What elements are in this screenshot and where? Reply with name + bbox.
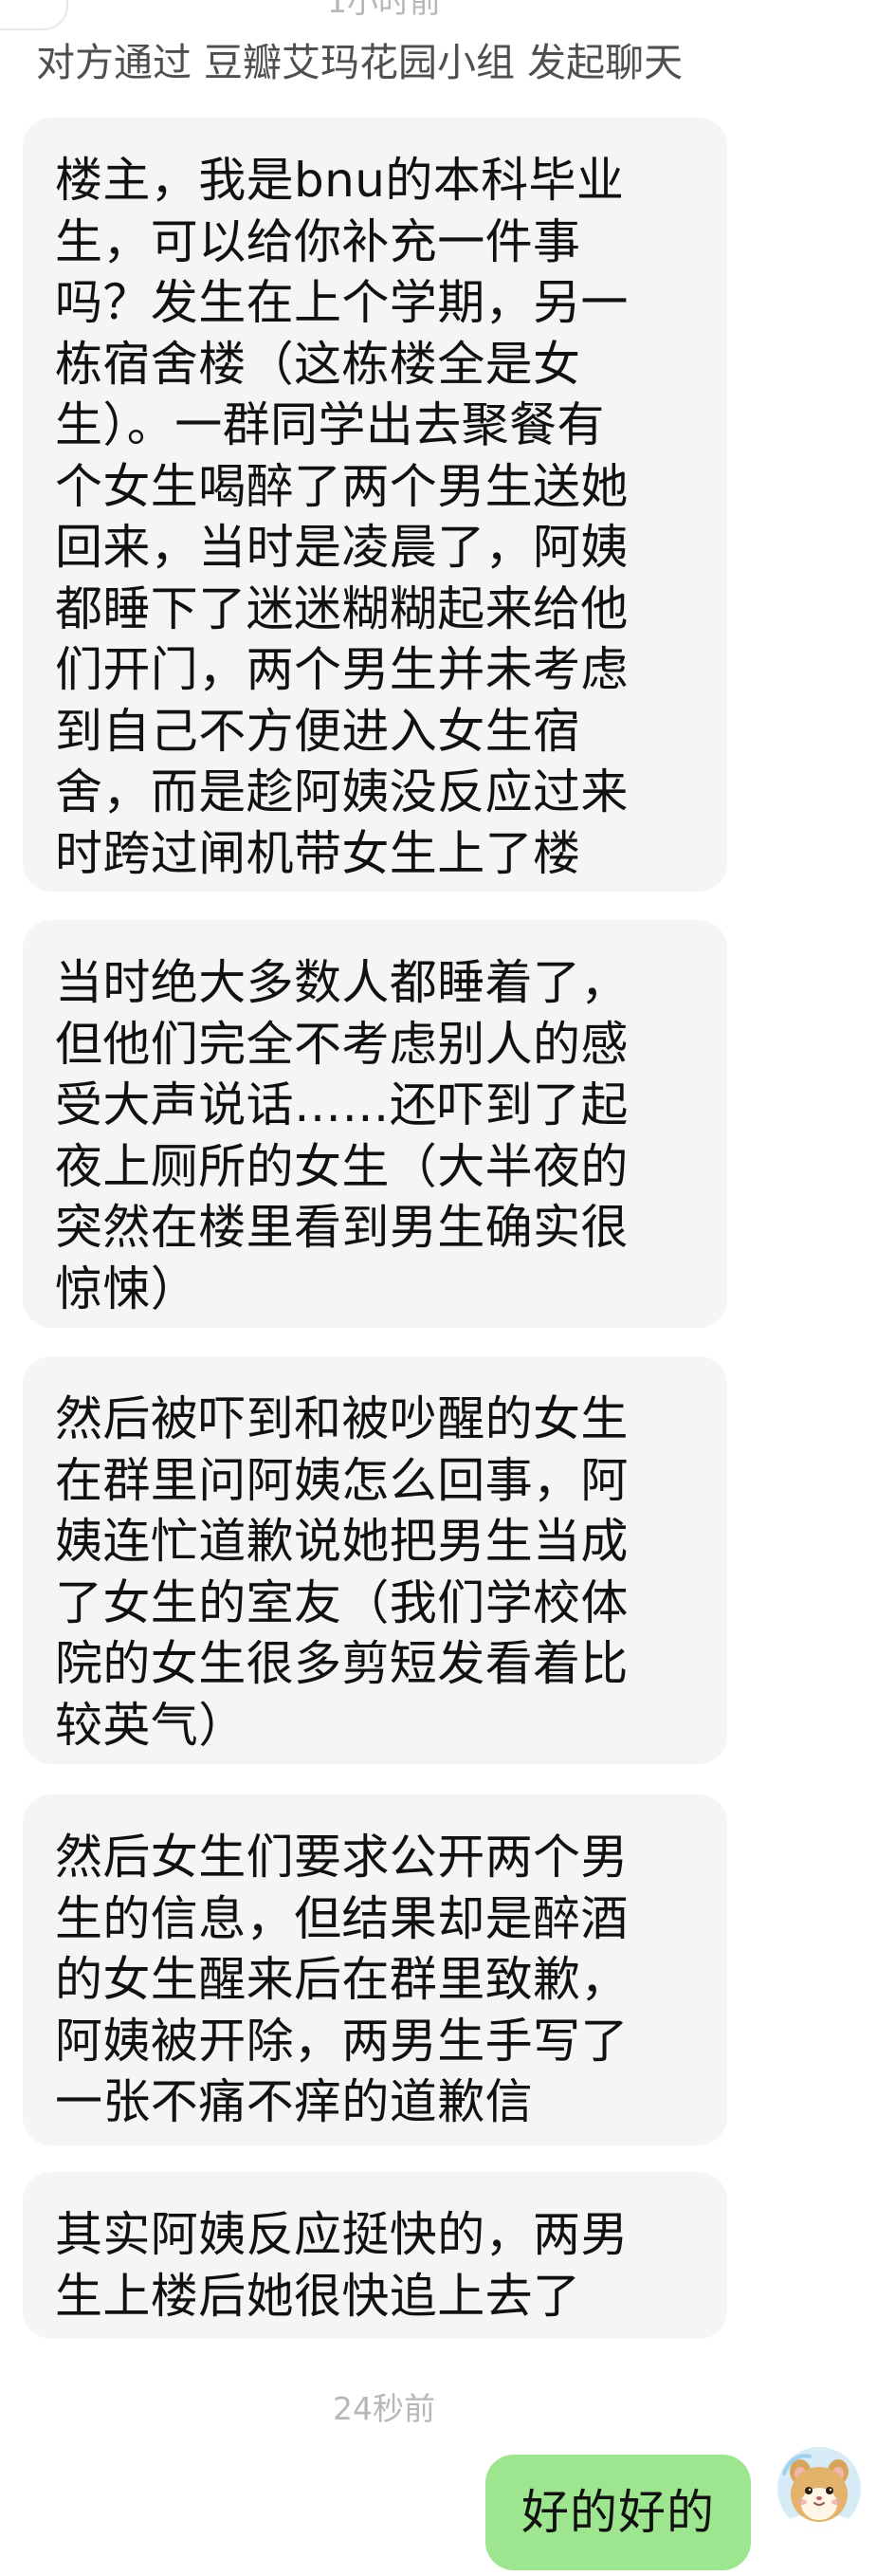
- message-line: 生，可以给你补充一件事: [55, 213, 581, 269]
- message-line: 姨连忙道歉说她把男生当成: [55, 1514, 629, 1569]
- my-message-bubble[interactable]: 好的好的: [485, 2455, 751, 2570]
- message-line: 院的女生很多剪短发看着比: [55, 1636, 629, 1691]
- message-line: 的女生醒来后在群里致歉，: [55, 1952, 629, 2007]
- message-line: 楼主，我是bnu的本科毕业: [55, 153, 625, 208]
- message-line: 生的信息，但结果却是醉酒: [55, 1890, 629, 1946]
- message-line: 吗？发生在上个学期，另一: [55, 275, 629, 330]
- message-line: 阿姨被开除，两男生手写了: [55, 2013, 629, 2069]
- message-line: 都睡下了迷迷糊糊起来给他: [55, 580, 629, 636]
- message-bubble-2[interactable]: 当时绝大多数人都睡着了， 但他们完全不考虑别人的感 受大声说话……还吓到了起 夜…: [23, 920, 727, 1328]
- reply-timestamp: 24秒前: [333, 2390, 435, 2427]
- message-line: 了女生的室友（我们学校体: [55, 1574, 629, 1630]
- message-line: 回来，当时是凌晨了，阿姨: [55, 520, 629, 575]
- message-line: 较英气）: [55, 1697, 247, 1753]
- message-line: 其实阿姨反应挺快的，两男: [55, 2207, 629, 2262]
- message-bubble-4[interactable]: 然后女生们要求公开两个男 生的信息，但结果却是醉酒 的女生醒来后在群里致歉， 阿…: [23, 1794, 727, 2145]
- message-line: 舍，而是趁阿姨没反应过来: [55, 764, 629, 819]
- message-line: 栋宿舍楼（这栋楼全是女: [55, 336, 581, 392]
- message-line: 时跨过闸机带女生上了楼: [55, 825, 581, 881]
- message-line: 夜上厕所的女生（大半夜的: [55, 1138, 629, 1194]
- message-line: 受大声说话……还吓到了起: [55, 1077, 629, 1132]
- message-line: 当时绝大多数人都睡着了，: [55, 955, 629, 1010]
- message-line: 们开门，两个男生并未考虑: [55, 642, 629, 697]
- message-line: 生）。一群同学出去聚餐有: [55, 397, 605, 452]
- message-line: 生上楼后她很快追上去了: [55, 2268, 581, 2324]
- message-line: 一张不痛不痒的道歉信: [55, 2074, 533, 2129]
- message-bubble-3[interactable]: 然后被吓到和被吵醒的女生 在群里问阿姨怎么回事，阿 姨连忙道歉说她把男生当成 了…: [23, 1356, 727, 1764]
- message-line: 然后女生们要求公开两个男: [55, 1830, 629, 1885]
- message-line: 惊悚）: [55, 1260, 199, 1316]
- message-bubble-1[interactable]: 楼主，我是bnu的本科毕业 生，可以给你补充一件事 吗？发生在上个学期，另一 栋…: [23, 118, 727, 892]
- system-notice: 对方通过 豆瓣艾玛花园小组 发起聊天: [36, 40, 684, 85]
- message-line: 到自己不方便进入女生宿: [55, 703, 581, 759]
- message-line: 在群里问阿姨怎么回事，阿: [55, 1452, 629, 1508]
- message-line: 个女生喝醉了两个男生送她: [55, 458, 629, 514]
- message-line: 然后被吓到和被吵醒的女生: [55, 1391, 629, 1446]
- chat-screen: 1小时前 对方通过 豆瓣艾玛花园小组 发起聊天 楼主，我是bnu的本科毕业 生，…: [0, 0, 895, 2576]
- message-line: 突然在楼里看到男生确实很: [55, 1200, 629, 1255]
- message-line: 但他们完全不考虑别人的感: [55, 1016, 629, 1072]
- top-timestamp: 1小时前: [327, 0, 441, 20]
- hamster-avatar-icon[interactable]: [777, 2447, 861, 2530]
- message-bubble-5[interactable]: 其实阿姨反应挺快的，两男 生上楼后她很快追上去了: [23, 2172, 727, 2339]
